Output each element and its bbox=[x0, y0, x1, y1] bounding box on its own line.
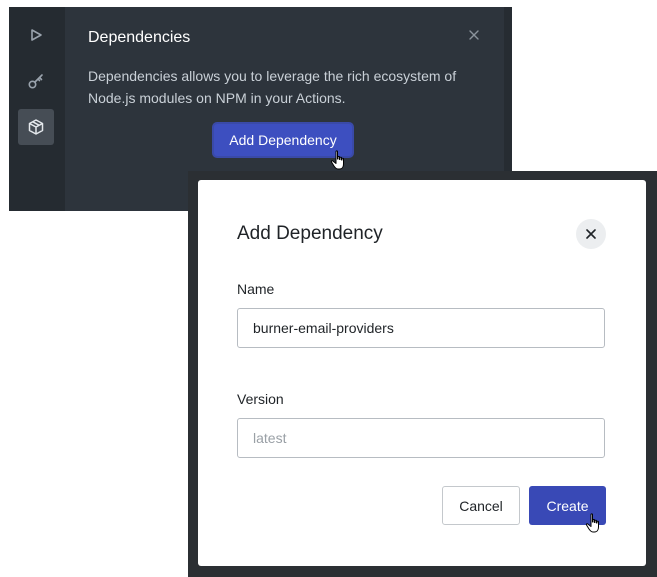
version-label: Version bbox=[237, 391, 284, 407]
close-icon bbox=[586, 229, 596, 239]
name-label: Name bbox=[237, 281, 275, 297]
rail-item-run[interactable] bbox=[18, 17, 54, 53]
name-input[interactable] bbox=[237, 308, 605, 348]
panel-title: Dependencies bbox=[88, 29, 191, 46]
sidebar-rail bbox=[9, 7, 65, 211]
add-dependency-dialog: Add Dependency Name Version Cancel Creat… bbox=[198, 180, 646, 566]
dialog-close-button[interactable] bbox=[576, 219, 606, 249]
key-icon bbox=[28, 74, 43, 89]
dialog-title: Add Dependency bbox=[237, 223, 383, 244]
hand-cursor-icon bbox=[585, 513, 599, 533]
package-icon bbox=[28, 119, 44, 135]
close-icon bbox=[469, 30, 479, 40]
version-input[interactable] bbox=[237, 418, 605, 458]
hand-cursor-icon bbox=[330, 150, 344, 170]
panel-close-button[interactable] bbox=[466, 27, 482, 43]
rail-item-secrets[interactable] bbox=[18, 63, 54, 99]
rail-item-dependencies[interactable] bbox=[18, 109, 54, 145]
panel-description: Dependencies allows you to leverage the … bbox=[88, 68, 457, 106]
play-icon bbox=[31, 29, 42, 41]
cancel-button[interactable]: Cancel bbox=[442, 486, 520, 525]
